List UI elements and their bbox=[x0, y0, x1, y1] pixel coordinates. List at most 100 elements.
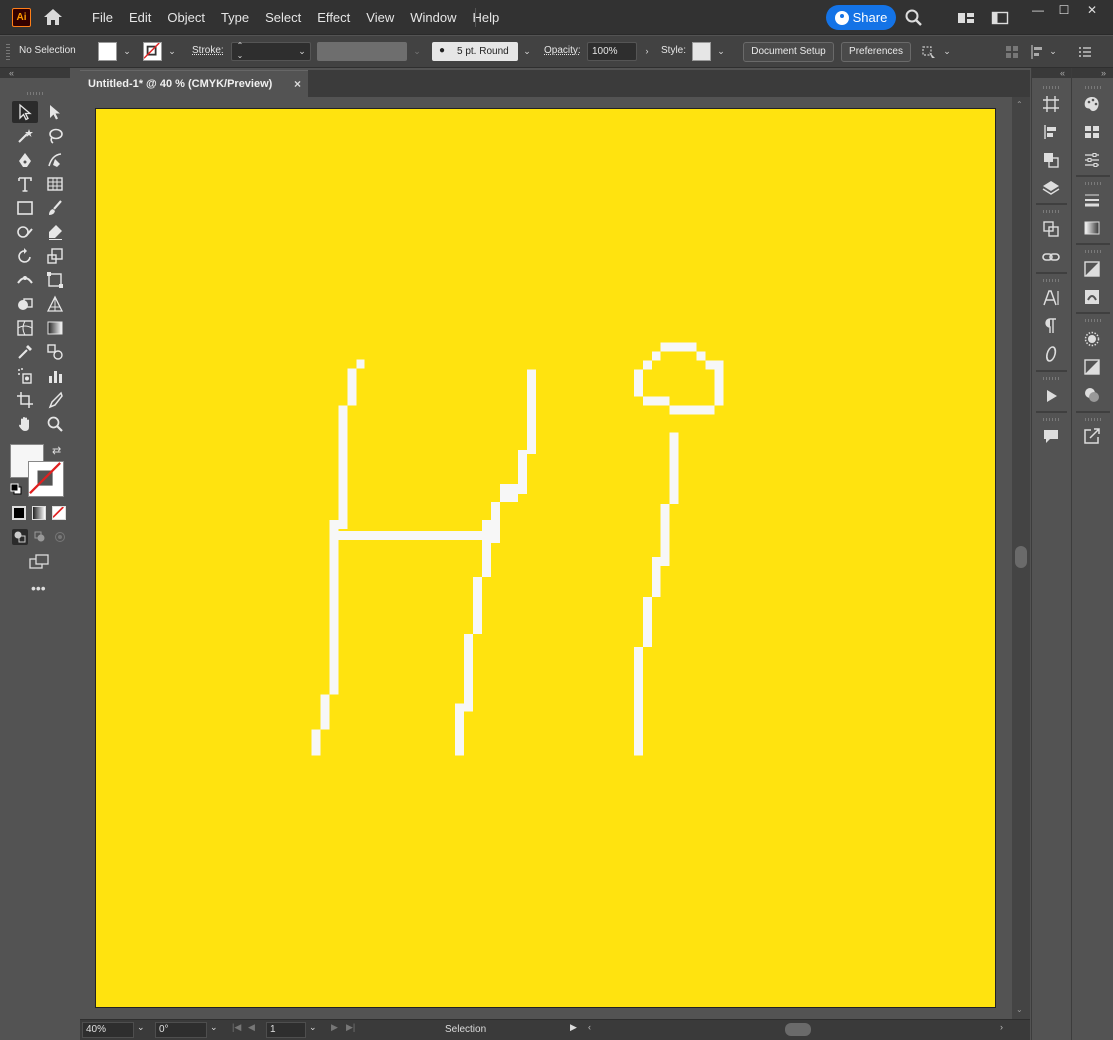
paintbrush-tool-icon[interactable] bbox=[42, 197, 68, 219]
path-segment[interactable] bbox=[642, 596, 652, 647]
pathfinder-panel-icon[interactable] bbox=[1040, 150, 1062, 170]
path-segment[interactable] bbox=[482, 565, 492, 577]
style-chevron-icon[interactable]: ⌄ bbox=[714, 42, 728, 61]
stroke-weight-chevron-icon[interactable]: ⌄ bbox=[295, 42, 309, 61]
menu-file[interactable]: File bbox=[84, 10, 121, 25]
scale-tool-icon[interactable] bbox=[42, 245, 68, 267]
close-document-icon[interactable]: × bbox=[294, 71, 301, 97]
minimize-icon[interactable]: — bbox=[1028, 3, 1048, 17]
vertical-scrollbar[interactable]: ⌃ ⌄ bbox=[1012, 97, 1030, 1019]
dock-grip[interactable] bbox=[1043, 279, 1059, 282]
perspective-grid-tool-icon[interactable] bbox=[42, 293, 68, 315]
eraser-tool-icon[interactable] bbox=[42, 221, 68, 243]
menu-view[interactable]: View bbox=[358, 10, 402, 25]
layers-panel-icon[interactable] bbox=[1040, 178, 1062, 198]
align-left-icon[interactable] bbox=[1028, 42, 1048, 62]
path-segment[interactable] bbox=[464, 633, 474, 702]
home-icon[interactable] bbox=[42, 7, 64, 27]
artboard-chevron-icon[interactable]: ⌄ bbox=[309, 1022, 317, 1033]
menu-effect[interactable]: Effect bbox=[309, 10, 358, 25]
properties-panel-icon[interactable] bbox=[1081, 150, 1103, 170]
color-panel-icon[interactable] bbox=[1081, 94, 1103, 114]
image-trace-panel-icon[interactable] bbox=[1081, 287, 1103, 307]
rotate-tool-icon[interactable] bbox=[12, 245, 38, 267]
path-segment[interactable] bbox=[500, 484, 519, 503]
dock-grip[interactable] bbox=[1043, 418, 1059, 421]
stroke-stepper-icon[interactable]: ⌃ ⌄ bbox=[233, 41, 247, 60]
mesh-tool-icon[interactable] bbox=[12, 317, 38, 339]
direct-selection-tool-icon[interactable] bbox=[42, 101, 68, 123]
puppet-warp-icon[interactable] bbox=[919, 42, 939, 62]
path-segment[interactable] bbox=[491, 502, 501, 544]
rotation-field[interactable]: 0° bbox=[155, 1022, 207, 1038]
collapse-dock-icon[interactable]: « bbox=[1032, 68, 1071, 78]
last-artboard-icon[interactable]: ▶| bbox=[346, 1022, 355, 1033]
stroke-label[interactable]: Stroke: bbox=[192, 45, 224, 56]
path-segment[interactable] bbox=[320, 694, 330, 730]
scroll-up-icon[interactable]: ⌃ bbox=[1016, 100, 1023, 109]
brush-chevron-icon[interactable]: ⌄ bbox=[520, 42, 534, 61]
dock-grip[interactable] bbox=[1085, 418, 1101, 421]
scroll-right-icon[interactable]: › bbox=[1000, 1022, 1003, 1032]
puppet-chevron-icon[interactable]: ⌄ bbox=[940, 42, 954, 61]
panel-menu-icon[interactable] bbox=[1075, 42, 1095, 62]
zoom-field[interactable]: 40% bbox=[82, 1022, 134, 1038]
close-window-icon[interactable]: ✕ bbox=[1082, 3, 1102, 17]
path-segment[interactable] bbox=[705, 360, 724, 370]
rectangular-grid-tool-icon[interactable] bbox=[42, 173, 68, 195]
path-segment[interactable] bbox=[633, 646, 643, 756]
preferences-button[interactable]: Preferences bbox=[841, 42, 911, 62]
path-segment[interactable] bbox=[651, 557, 661, 597]
selection-tool-icon[interactable] bbox=[12, 101, 38, 123]
path-segment[interactable] bbox=[669, 432, 679, 505]
path-segment[interactable] bbox=[338, 405, 348, 530]
lasso-tool-icon[interactable] bbox=[42, 125, 68, 147]
draw-behind-icon[interactable] bbox=[32, 529, 48, 545]
artboard[interactable] bbox=[95, 108, 996, 1008]
column-graph-tool-icon[interactable] bbox=[42, 365, 68, 387]
collapse-toolbar-icon[interactable]: « bbox=[0, 68, 70, 78]
stroke-panel-icon[interactable] bbox=[1081, 190, 1103, 210]
artboard-number-field[interactable]: 1 bbox=[266, 1022, 306, 1038]
dock-grip[interactable] bbox=[1043, 210, 1059, 213]
dock-grip[interactable] bbox=[1043, 86, 1059, 89]
magic-wand-tool-icon[interactable] bbox=[12, 125, 38, 147]
vertical-scroll-thumb[interactable] bbox=[1015, 546, 1027, 568]
path-segment[interactable] bbox=[518, 450, 528, 495]
symbols-panel-icon[interactable] bbox=[1081, 385, 1103, 405]
zoom-chevron-icon[interactable]: ⌄ bbox=[137, 1022, 145, 1033]
appearance-panel-icon[interactable] bbox=[1081, 329, 1103, 349]
path-segment[interactable] bbox=[669, 405, 715, 415]
workspace-icon[interactable] bbox=[956, 8, 976, 28]
stroke-color-box[interactable] bbox=[28, 461, 64, 497]
menu-object[interactable]: Object bbox=[159, 10, 213, 25]
slice-tool-icon[interactable] bbox=[42, 389, 68, 411]
rectangle-tool-icon[interactable] bbox=[12, 197, 38, 219]
artboards-panel-icon[interactable] bbox=[1040, 94, 1062, 114]
links-panel-icon[interactable] bbox=[1040, 247, 1062, 267]
path-segment[interactable] bbox=[356, 359, 365, 369]
opacity-field[interactable]: 100% bbox=[587, 42, 637, 61]
none-mode-icon[interactable] bbox=[52, 506, 66, 520]
menu-select[interactable]: Select bbox=[257, 10, 309, 25]
document-tab[interactable]: Untitled-1* @ 40 % (CMYK/Preview) × bbox=[80, 70, 308, 97]
status-menu-icon[interactable]: ▶ bbox=[570, 1022, 577, 1033]
menu-edit[interactable]: Edit bbox=[121, 10, 159, 25]
free-transform-tool-icon[interactable] bbox=[42, 269, 68, 291]
draw-normal-icon[interactable] bbox=[12, 529, 28, 545]
fill-dropdown-chevron-icon[interactable]: ⌄ bbox=[120, 42, 134, 61]
transparency-panel-icon[interactable] bbox=[1081, 259, 1103, 279]
color-mode-icon[interactable] bbox=[12, 506, 26, 520]
gradient-panel-icon[interactable] bbox=[1081, 218, 1103, 238]
path-segment[interactable] bbox=[473, 576, 483, 634]
path-segment[interactable] bbox=[311, 729, 321, 756]
eyedropper-tool-icon[interactable] bbox=[12, 341, 38, 363]
toolbar-grip[interactable] bbox=[27, 92, 43, 95]
path-segment[interactable] bbox=[455, 703, 465, 756]
path-segment[interactable] bbox=[633, 369, 643, 397]
hand-drawn-hi-strokes[interactable] bbox=[311, 342, 724, 756]
type-tool-icon[interactable] bbox=[12, 173, 38, 195]
path-segment[interactable] bbox=[642, 396, 670, 406]
curvature-tool-icon[interactable] bbox=[42, 149, 68, 171]
actions-panel-icon[interactable] bbox=[1040, 386, 1062, 406]
